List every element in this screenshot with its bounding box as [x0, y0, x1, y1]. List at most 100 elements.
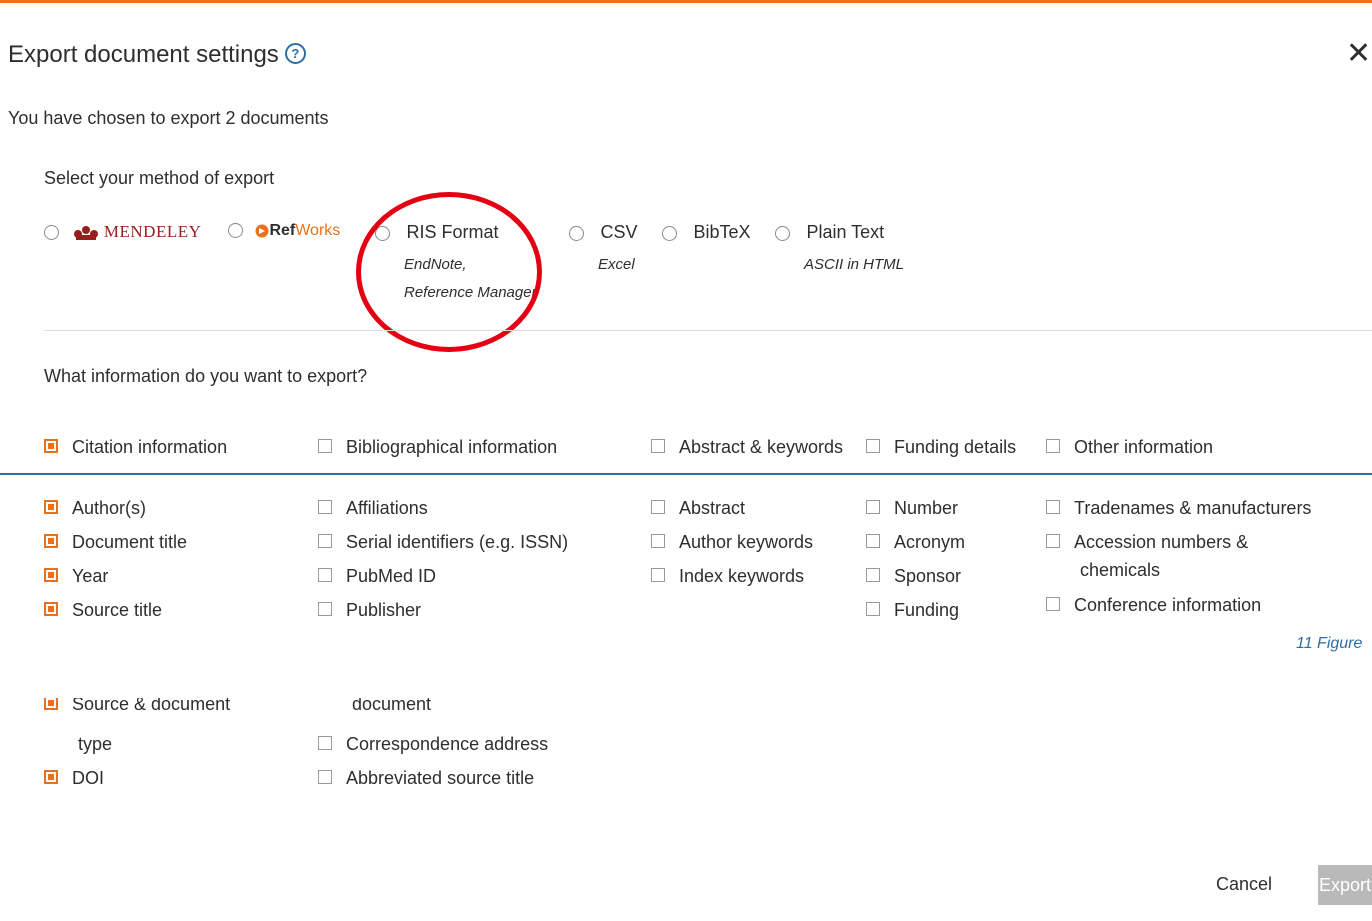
- field-author-keywords[interactable]: Author keywords: [651, 532, 813, 553]
- field-abbreviated-source-title-checkbox[interactable]: [318, 770, 332, 785]
- category-citation[interactable]: Citation information: [44, 437, 227, 458]
- field-author-keywords-label: Author keywords: [679, 532, 814, 552]
- cancel-button[interactable]: Cancel: [1216, 874, 1272, 895]
- field-index-keywords-label: Index keywords: [679, 566, 805, 586]
- field-correspondence-address[interactable]: Correspondence address: [318, 734, 548, 755]
- mendeley-logo-icon: [74, 225, 99, 240]
- field-author-keywords-checkbox[interactable]: [651, 534, 665, 549]
- category-bibliographical-label: Bibliographical information: [346, 437, 558, 457]
- category-funding-checkbox[interactable]: [866, 439, 880, 454]
- field-source-document-type[interactable]: Source & document: [44, 698, 230, 715]
- field-tradenames-label: Tradenames & manufacturers: [1074, 498, 1312, 518]
- field-acronym[interactable]: Acronym: [866, 532, 965, 553]
- field-affiliations[interactable]: Affiliations: [318, 498, 428, 519]
- category-abstract-checkbox[interactable]: [651, 439, 665, 454]
- refworks-radio[interactable]: [228, 223, 243, 239]
- field-abstract-checkbox[interactable]: [651, 500, 665, 515]
- method-refworks[interactable]: RefWorks: [228, 222, 340, 240]
- category-abstract[interactable]: Abstract & keywords: [651, 437, 843, 458]
- category-citation-checkbox[interactable]: [44, 439, 58, 454]
- field-number-label: Number: [894, 498, 959, 518]
- category-other-label: Other information: [1074, 437, 1214, 457]
- field-source-title[interactable]: Source title: [44, 600, 162, 621]
- category-bibliographical[interactable]: Bibliographical information: [318, 437, 557, 458]
- field-abstract[interactable]: Abstract: [651, 498, 745, 519]
- field-sponsor-checkbox[interactable]: [866, 568, 880, 583]
- field-number[interactable]: Number: [866, 498, 958, 519]
- field-tradenames[interactable]: Tradenames & manufacturers: [1046, 498, 1311, 519]
- field-serial-identifiers-label: Serial identifiers (e.g. ISSN): [346, 532, 569, 552]
- method-csv[interactable]: CSV: [569, 222, 637, 243]
- category-other-checkbox[interactable]: [1046, 439, 1060, 454]
- field-funding[interactable]: Funding: [866, 600, 959, 621]
- field-correspondence-address-checkbox[interactable]: [318, 736, 332, 751]
- category-funding[interactable]: Funding details: [866, 437, 1016, 458]
- field-abbreviated-source-title[interactable]: Abbreviated source title: [318, 768, 534, 789]
- field-source-document-type-line2: type: [78, 734, 113, 754]
- field-document-title[interactable]: Document title: [44, 532, 187, 553]
- field-correspondence-address-label: Correspondence address: [346, 734, 549, 754]
- method-mendeley[interactable]: MENDELEY: [44, 222, 201, 242]
- csv-sub-excel: Excel: [598, 256, 635, 273]
- field-source-title-label: Source title: [72, 600, 163, 620]
- field-index-keywords-checkbox[interactable]: [651, 568, 665, 583]
- csv-radio[interactable]: [569, 226, 584, 242]
- field-acronym-label: Acronym: [894, 532, 966, 552]
- field-doi-checkbox[interactable]: [44, 770, 58, 785]
- field-document-title-label: Document title: [72, 532, 188, 552]
- export-button[interactable]: Export: [1318, 865, 1372, 905]
- field-source-title-checkbox[interactable]: [44, 602, 58, 617]
- field-accession-numbers-label: Accession numbers &: [1074, 532, 1249, 552]
- field-serial-identifiers[interactable]: Serial identifiers (e.g. ISSN): [318, 532, 568, 553]
- field-year-label: Year: [72, 566, 109, 586]
- help-icon[interactable]: ?: [284, 43, 306, 65]
- method-plaintext[interactable]: Plain Text: [775, 222, 884, 243]
- category-other[interactable]: Other information: [1046, 437, 1213, 458]
- field-year-checkbox[interactable]: [44, 568, 58, 583]
- field-doi-label: DOI: [72, 768, 105, 788]
- category-bibliographical-checkbox[interactable]: [318, 439, 332, 454]
- top-accent-bar: [0, 0, 1372, 3]
- chosen-count-text: You have chosen to export 2 documents: [8, 108, 329, 128]
- field-publisher[interactable]: Publisher: [318, 600, 421, 621]
- field-funding-checkbox[interactable]: [866, 602, 880, 617]
- field-serial-identifiers-checkbox[interactable]: [318, 534, 332, 549]
- field-index-keywords[interactable]: Index keywords: [651, 566, 804, 587]
- mendeley-label: MENDELEY: [103, 222, 202, 241]
- field-document-title-checkbox[interactable]: [44, 534, 58, 549]
- field-source-document-type-label: Source & document: [72, 698, 231, 714]
- field-pubmed-id-label: PubMed ID: [346, 566, 437, 586]
- field-affiliations-label: Affiliations: [346, 498, 428, 518]
- field-number-checkbox[interactable]: [866, 500, 880, 515]
- mendeley-radio[interactable]: [44, 225, 59, 241]
- close-icon[interactable]: ✕: [1346, 36, 1371, 71]
- field-accession-numbers-line2: chemicals: [1080, 560, 1161, 580]
- bibtex-radio[interactable]: [662, 226, 677, 242]
- method-bibtex[interactable]: BibTeX: [662, 222, 751, 243]
- field-authors-checkbox[interactable]: [44, 500, 58, 515]
- category-underline: [0, 473, 1372, 475]
- field-pubmed-id-checkbox[interactable]: [318, 568, 332, 583]
- field-authors[interactable]: Author(s): [44, 498, 146, 519]
- field-sponsor[interactable]: Sponsor: [866, 566, 961, 587]
- field-accession-numbers-checkbox[interactable]: [1046, 534, 1060, 549]
- field-tradenames-checkbox[interactable]: [1046, 500, 1060, 515]
- field-accession-numbers[interactable]: Accession numbers &: [1046, 532, 1248, 553]
- plaintext-radio[interactable]: [775, 226, 790, 242]
- field-conference-info[interactable]: Conference information: [1046, 595, 1261, 616]
- figure-caption: 11 Figure: [1296, 635, 1363, 652]
- plaintext-sub-ascii: ASCII in HTML: [804, 256, 905, 273]
- field-affiliations-checkbox[interactable]: [318, 500, 332, 515]
- field-year[interactable]: Year: [44, 566, 108, 587]
- field-sponsor-label: Sponsor: [894, 566, 962, 586]
- field-acronym-checkbox[interactable]: [866, 534, 880, 549]
- fields-upper-section: Author(s) Document title Year Source tit…: [0, 498, 1372, 622]
- category-abstract-label: Abstract & keywords: [679, 437, 844, 457]
- field-pubmed-id[interactable]: PubMed ID: [318, 566, 436, 587]
- field-publisher-checkbox[interactable]: [318, 602, 332, 617]
- field-conference-info-checkbox[interactable]: [1046, 597, 1060, 612]
- field-doi[interactable]: DOI: [44, 768, 104, 789]
- field-source-document-type-checkbox[interactable]: [44, 698, 58, 711]
- section-divider: [44, 330, 1372, 331]
- field-publisher-label: Publisher: [346, 600, 422, 620]
